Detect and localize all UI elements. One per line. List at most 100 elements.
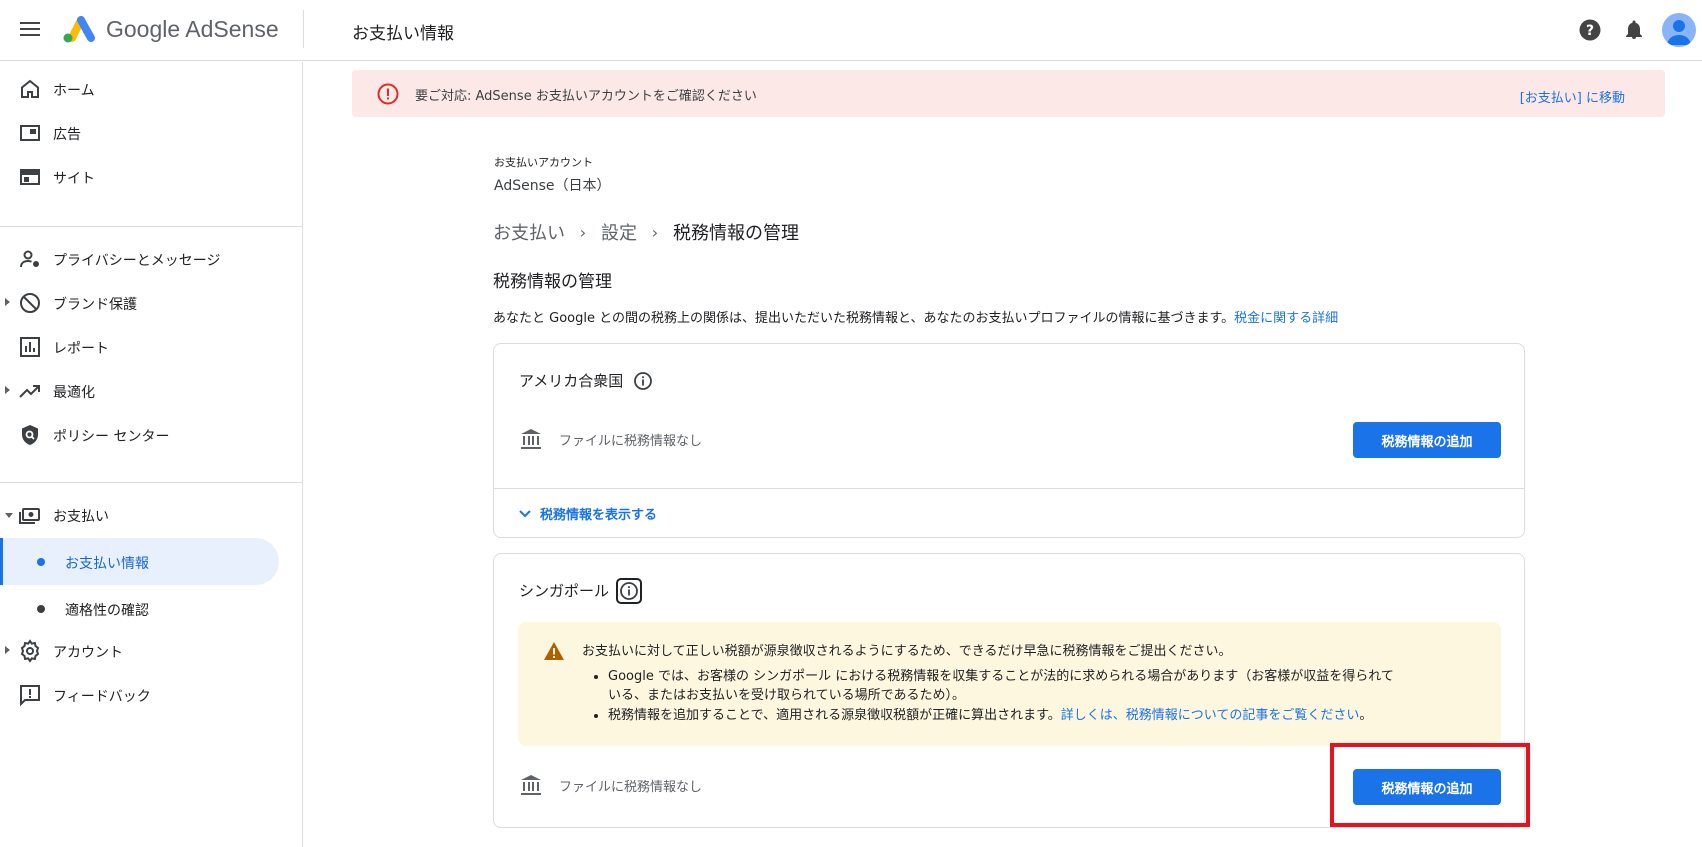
alert-banner: 要ご対応: AdSense お支払いアカウントをご確認ください [お支払い] に… [352, 70, 1665, 117]
sidebar-divider [0, 226, 302, 227]
country-name: アメリカ合衆国 [519, 372, 624, 390]
expand-caret-icon [5, 386, 10, 394]
warning-box: お支払いに対して正しい税額が源泉徴収されるようにするため、できるだけ早急に税務情… [518, 622, 1501, 746]
bullet-dot [37, 558, 45, 566]
trending-icon [19, 385, 40, 398]
sidebar-item-label: レポート [53, 341, 109, 357]
breadcrumb-settings[interactable]: 設定 [601, 219, 637, 245]
topbar-divider [303, 10, 304, 48]
sidebar-item-policy-center[interactable]: ポリシー センター [0, 413, 303, 457]
gear-icon [20, 639, 40, 663]
chevron-right-icon: › [651, 222, 659, 242]
help-icon[interactable]: ? [1578, 18, 1602, 42]
collapse-caret-icon [5, 513, 13, 518]
expand-label: 税務情報を表示する [540, 508, 658, 523]
bullet-dot [37, 605, 45, 613]
sidebar-divider [0, 482, 302, 483]
file-status-text: ファイルに税務情報なし [559, 433, 703, 449]
privacy-icon [20, 250, 39, 268]
file-status-row: ファイルに税務情報なし [519, 427, 702, 451]
error-icon [377, 83, 399, 105]
sidebar-item-label: ポリシー センター [53, 429, 170, 445]
sidebar-item-ads[interactable]: 広告 [0, 111, 303, 155]
highlight-box [1330, 743, 1530, 827]
chevron-right-icon: › [579, 222, 587, 242]
ads-icon [20, 125, 40, 141]
file-status-row: ファイルに税務情報なし [519, 773, 702, 797]
menu-icon[interactable] [18, 19, 42, 43]
sidebar-item-label: 広告 [53, 127, 81, 143]
sidebar-item-label: ホーム [53, 83, 95, 99]
top-app-bar: Google AdSense お支払い情報 ? [0, 0, 1702, 61]
brand-name: Google AdSense [106, 16, 279, 42]
card-divider [494, 488, 1524, 489]
sidebar-item-reports[interactable]: レポート [0, 325, 303, 369]
sidebar-subitem-payment-info[interactable]: お支払い情報 [0, 538, 279, 585]
warning-bullet-end: 。 [1359, 708, 1373, 723]
sidebar-item-label: 適格性の確認 [65, 603, 149, 619]
show-tax-info-toggle[interactable]: 税務情報を表示する [516, 504, 657, 523]
add-tax-info-button[interactable]: 税務情報の追加 [1353, 422, 1501, 458]
warning-bullet-text: 税務情報を追加することで、適用される源泉徴収税額が正確に算出されます。 [608, 708, 1061, 723]
warning-icon [544, 642, 564, 660]
breadcrumb-current: 税務情報の管理 [673, 223, 799, 244]
sidebar-item-label: プライバシーとメッセージ [53, 253, 221, 269]
warning-message: お支払いに対して正しい税額が源泉徴収されるようにするため、できるだけ早急に税務情… [582, 644, 1232, 659]
home-icon [21, 79, 39, 98]
sidebar-item-home[interactable]: ホーム [0, 67, 303, 111]
adsense-logo-icon [63, 16, 95, 43]
sidebar-item-label: サイト [53, 171, 95, 187]
payments-icon [19, 508, 40, 524]
file-status-text: ファイルに税務情報なし [559, 779, 703, 795]
page-title: お支払い情報 [352, 24, 454, 44]
alert-message: 要ご対応: AdSense お支払いアカウントをご確認ください [415, 89, 757, 104]
tax-article-link[interactable]: 詳しくは、税務情報についての記事をご覧ください [1061, 708, 1360, 723]
sidebar-item-optimization[interactable]: 最適化 [0, 369, 303, 413]
sidebar-subitem-eligibility[interactable]: 適格性の確認 [0, 585, 279, 632]
warning-bullet: 税務情報を追加することで、適用される源泉徴収税額が正確に算出されます。詳しくは、… [608, 706, 1478, 725]
sidebar-item-label: フィードバック [53, 689, 151, 705]
sidebar-item-sites[interactable]: サイト [0, 155, 303, 199]
bell-icon[interactable] [1622, 18, 1646, 42]
sidebar-item-label: アカウント [53, 645, 123, 661]
breadcrumb-payments[interactable]: お支払い [493, 219, 565, 245]
breadcrumb: お支払い › 設定 › 税務情報の管理 [493, 219, 799, 245]
payment-account-label: お支払いアカウント [494, 156, 593, 169]
sites-icon [20, 169, 40, 185]
section-description: あなたと Google との間の税務上の関係は、提出いただいた税務情報と、あなた… [493, 307, 1338, 326]
info-icon[interactable] [616, 577, 643, 604]
sidebar-item-feedback[interactable]: フィードバック [0, 673, 303, 717]
section-title: 税務情報の管理 [493, 272, 612, 292]
warning-list: Google では、お客様の シンガポール における税務情報を収集することが法的… [608, 667, 1478, 726]
expand-caret-icon [5, 646, 10, 654]
card-title: アメリカ合衆国 [519, 370, 653, 391]
tax-details-link[interactable]: 税金に関する詳細 [1234, 311, 1338, 326]
sidebar-item-label: お支払い情報 [65, 556, 149, 572]
expand-caret-icon [5, 298, 10, 306]
avatar[interactable] [1662, 13, 1696, 47]
sidebar-item-label: お支払い [53, 509, 109, 525]
bank-icon [521, 775, 541, 795]
payment-account-value: AdSense（日本） [494, 178, 611, 194]
country-name: シンガポール [519, 582, 610, 600]
block-icon [20, 293, 40, 313]
description-text: あなたと Google との間の税務上の関係は、提出いただいた税務情報と、あなた… [493, 311, 1235, 326]
reports-icon [20, 337, 40, 357]
sidebar-item-brand-protection[interactable]: ブランド保護 [0, 281, 303, 325]
sidebar-item-account[interactable]: アカウント [0, 629, 303, 673]
warning-bullet-line: Google では、お客様の シンガポール における税務情報を収集することが法的… [608, 669, 1394, 684]
sidebar-item-payments[interactable]: お支払い [0, 493, 303, 537]
sidebar-item-label: ブランド保護 [53, 297, 137, 313]
warning-bullet-line: いる、またはお支払いを受け取られている場所であるため）。 [608, 688, 965, 703]
feedback-icon [20, 685, 40, 707]
sidebar: ホーム 広告 サイト プライバシーとメッセージ ブランド保護 レポート 最適化 … [0, 62, 303, 847]
go-to-payments-link[interactable]: [お支払い] に移動 [1520, 87, 1625, 106]
info-icon[interactable] [633, 371, 653, 391]
sidebar-item-label: 最適化 [53, 385, 95, 401]
chevron-down-icon [519, 509, 531, 517]
sidebar-item-privacy[interactable]: プライバシーとメッセージ [0, 237, 303, 281]
svg-text:?: ? [1586, 23, 1594, 39]
card-title: シンガポール [519, 577, 643, 604]
tax-card-usa: アメリカ合衆国 ファイルに税務情報なし 税務情報の追加 税務情報を表示する [493, 343, 1525, 538]
policy-shield-icon [22, 425, 38, 445]
